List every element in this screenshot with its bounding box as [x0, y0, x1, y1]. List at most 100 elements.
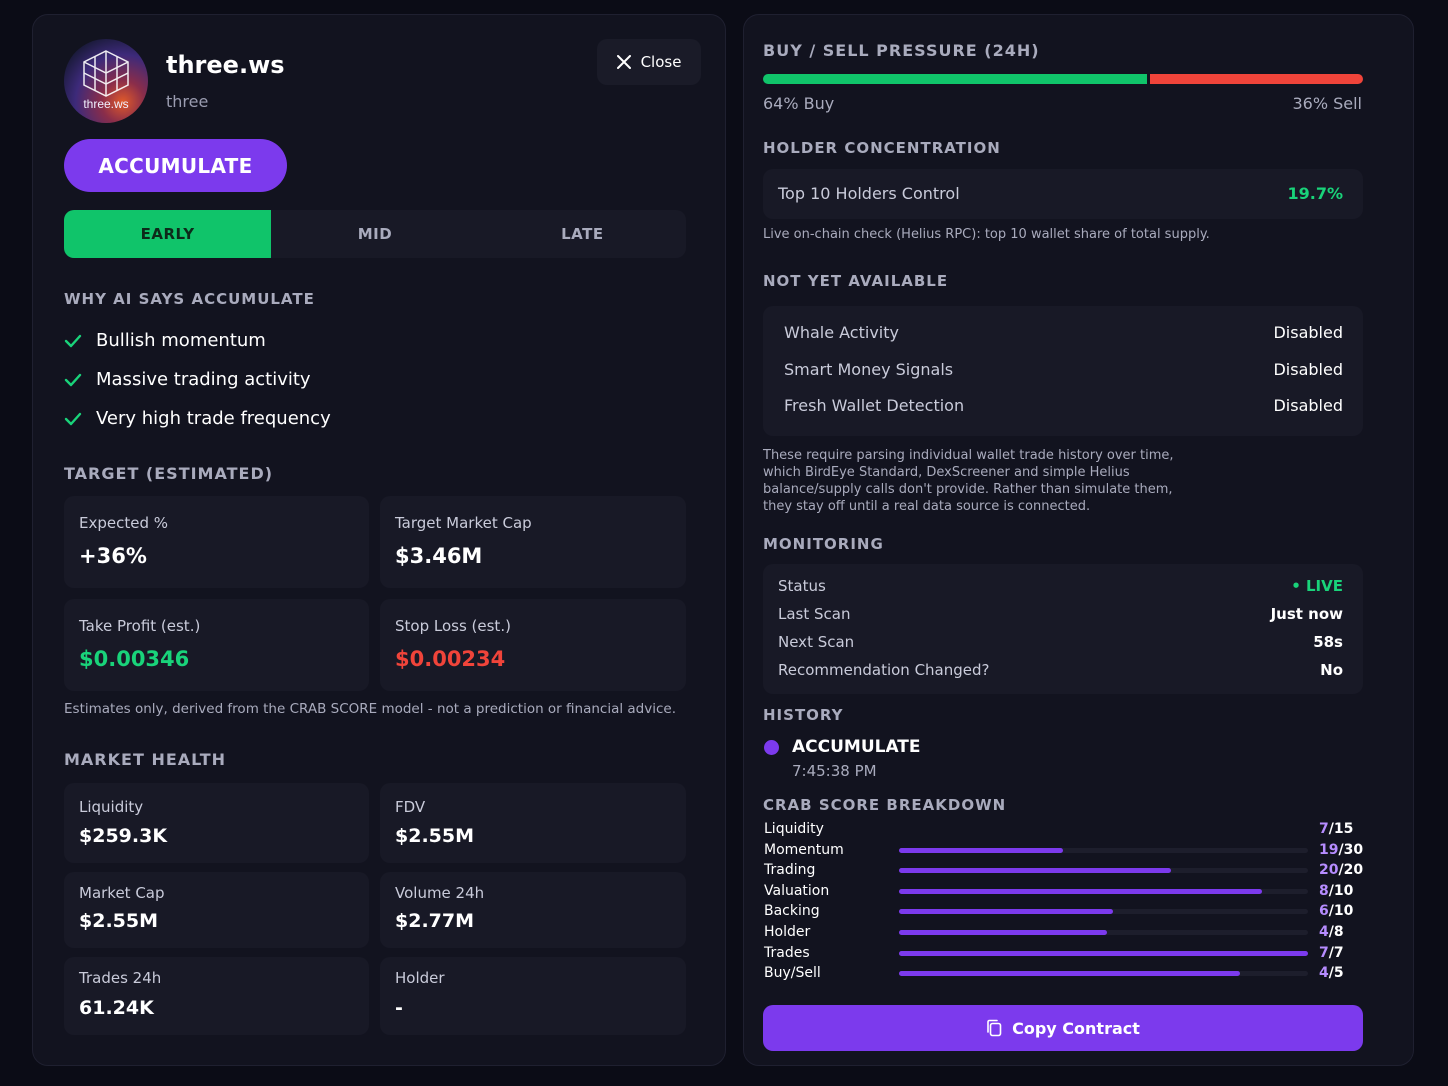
crab-row-score: 20/20 — [1319, 862, 1363, 878]
crab-row-label: Holder — [764, 924, 811, 940]
expected-value: +36% — [79, 544, 147, 568]
monitoring-row: Recommendation Changed? No — [778, 661, 1343, 679]
not-available-card: Whale Activity Disabled Smart Money Sign… — [763, 306, 1363, 436]
trades-card: Trades 24h 61.24K — [64, 957, 369, 1035]
reason-text: Bullish momentum — [96, 330, 266, 351]
crab-score-value: 19 — [1319, 841, 1339, 858]
status-label: Status — [778, 577, 826, 595]
holder-card: Holder - — [380, 957, 686, 1035]
smart-money-value: Disabled — [1273, 360, 1343, 379]
crab-bar-fill — [899, 971, 1240, 977]
crab-bar-fill — [899, 888, 1262, 894]
whale-activity-label: Whale Activity — [784, 323, 899, 342]
copy-icon — [987, 1019, 1002, 1037]
note-line: balance/supply calls don't provide. Rath… — [763, 482, 1173, 497]
crab-row: Buy/Sell 4/5 — [764, 965, 1364, 985]
crab-row: Trades 7/7 — [764, 945, 1364, 965]
crab-row-score: 6/10 — [1319, 903, 1353, 919]
reason-item: Massive trading activity — [64, 369, 311, 390]
target-mcap-label: Target Market Cap — [395, 514, 532, 532]
take-profit-card: Take Profit (est.) $0.00346 — [64, 599, 369, 691]
crab-row-score: 7/15 — [1319, 821, 1353, 837]
monitoring-row: Last Scan Just now — [778, 605, 1343, 623]
why-title: WHY AI SAYS ACCUMULATE — [64, 290, 315, 308]
crab-score-max: /7 — [1328, 944, 1344, 961]
stage-selector: EARLY MID LATE — [64, 210, 686, 258]
liquidity-value: $259.3K — [79, 825, 168, 847]
rec-changed-value: No — [1320, 661, 1343, 679]
crab-bar-track — [899, 930, 1308, 935]
crab-score-max: /30 — [1338, 841, 1364, 858]
next-scan-label: Next Scan — [778, 633, 855, 651]
crab-score-max: /20 — [1338, 862, 1364, 879]
pressure-bar — [763, 74, 1363, 84]
trades-label: Trades 24h — [79, 969, 162, 987]
stage-mid[interactable]: MID — [271, 210, 478, 258]
history-title: HISTORY — [763, 706, 844, 724]
market-cap-card: Market Cap $2.55M — [64, 872, 369, 948]
note-line: they stay off until a real data source i… — [763, 499, 1091, 514]
crab-score-value: 4 — [1319, 924, 1329, 940]
last-scan-label: Last Scan — [778, 605, 851, 623]
target-mcap-value: $3.46M — [395, 544, 483, 568]
holders-title: HOLDER CONCENTRATION — [763, 139, 1001, 157]
crab-row-label: Liquidity — [764, 821, 824, 837]
rec-changed-label: Recommendation Changed? — [778, 661, 990, 679]
reason-item: Bullish momentum — [64, 330, 266, 351]
check-icon — [64, 373, 82, 386]
copy-contract-button[interactable]: Copy Contract — [763, 1005, 1363, 1051]
note-line: These require parsing individual wallet … — [763, 448, 1174, 463]
token-detail-panel: three.ws three.ws three Close ACCUMULATE… — [32, 14, 726, 1066]
crab-row: Backing 6/10 — [764, 903, 1364, 923]
expected-label: Expected % — [79, 514, 169, 532]
next-scan-value: 58s — [1313, 633, 1343, 651]
sell-label: 36% Sell — [1292, 94, 1362, 113]
crab-bar-track — [899, 847, 1308, 853]
target-mcap-card: Target Market Cap $3.46M — [380, 496, 686, 588]
crab-row-label: Momentum — [764, 841, 844, 858]
crab-bar-fill — [899, 868, 1171, 874]
crab-row-label: Trading — [764, 862, 816, 879]
volume-card: Volume 24h $2.77M — [380, 872, 686, 948]
crab-bar-track — [899, 909, 1308, 915]
token-name: three.ws — [166, 51, 285, 79]
fdv-value: $2.55M — [395, 825, 475, 847]
target-disclaimer: Estimates only, derived from the CRAB SC… — [64, 701, 677, 717]
take-profit-value: $0.00346 — [79, 647, 190, 671]
fresh-wallet-value: Disabled — [1273, 396, 1343, 415]
whale-activity-value: Disabled — [1273, 323, 1343, 342]
stage-late[interactable]: LATE — [479, 210, 686, 258]
history-entry-label: ACCUMULATE — [792, 737, 921, 757]
recommendation-badge[interactable]: ACCUMULATE — [64, 139, 287, 192]
expected-card: Expected % +36% — [64, 496, 369, 588]
cube-logo-icon — [83, 50, 129, 97]
crab-row-score: 19/30 — [1319, 842, 1363, 858]
crab-title: CRAB SCORE BREAKDOWN — [763, 796, 1007, 814]
crab-bar-fill — [899, 930, 1108, 935]
crab-score-value: 20 — [1319, 862, 1339, 879]
crab-row-score: 4/8 — [1319, 924, 1344, 940]
pressure-sell-fill — [1150, 74, 1363, 84]
crab-row: Momentum 19/30 — [764, 842, 1364, 862]
market-cap-label: Market Cap — [79, 884, 165, 902]
crab-bar-fill — [899, 950, 1308, 956]
pressure-title: BUY / SELL PRESSURE (24H) — [763, 41, 1040, 60]
stage-early[interactable]: EARLY — [64, 210, 272, 258]
crab-score-max: /10 — [1328, 903, 1354, 920]
check-icon — [64, 334, 82, 347]
crab-bar-track — [899, 950, 1308, 956]
monitoring-title: MONITORING — [763, 535, 884, 553]
monitoring-row: Next Scan 58s — [778, 633, 1343, 651]
note-line: which BirdEye Standard, DexScreener and … — [763, 465, 1130, 480]
pressure-buy-fill — [763, 74, 1147, 84]
close-button[interactable]: Close — [597, 39, 701, 85]
close-label: Close — [640, 53, 682, 71]
liquidity-label: Liquidity — [79, 798, 144, 816]
target-title: TARGET (ESTIMATED) — [64, 464, 274, 483]
crab-score-max: /10 — [1328, 882, 1354, 899]
crab-score-value: 6 — [1319, 903, 1329, 920]
analysis-panel: BUY / SELL PRESSURE (24H) 64% Buy 36% Se… — [743, 14, 1414, 1066]
holders-card: Top 10 Holders Control 19.7% — [763, 169, 1363, 219]
crab-score-value: 8 — [1319, 882, 1329, 899]
stop-loss-label: Stop Loss (est.) — [395, 617, 511, 635]
